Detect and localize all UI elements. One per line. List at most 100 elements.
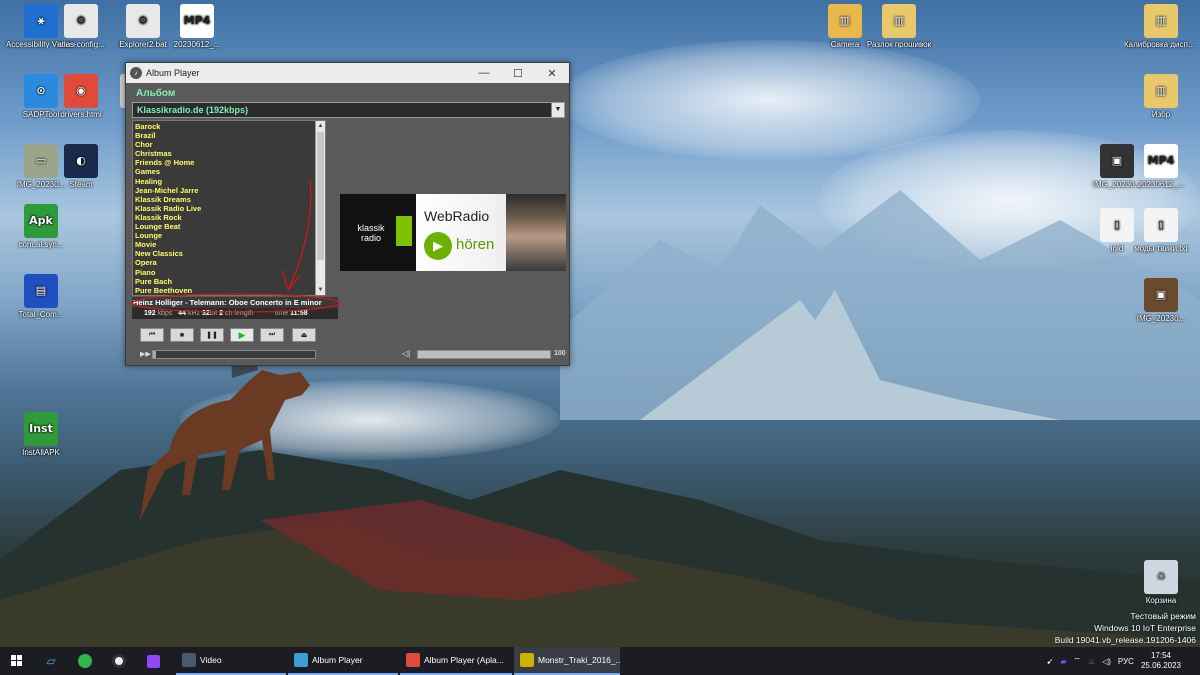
play-button[interactable]: ▶ [230,328,254,342]
desktop-icon-label: Избр [1151,110,1171,119]
volume-tray-icon[interactable]: ◁) [1102,657,1111,666]
desktop-icon[interactable]: ▥ Калибровка дисплея [1124,4,1198,50]
genre-item[interactable]: Barock [135,122,325,131]
desktop-icon[interactable]: ▣ IMG_20230... [1124,278,1198,324]
system-watermark: Тестовый режим Windows 10 IoT Enterprise… [1055,610,1196,646]
desktop-icon[interactable]: ◐ Steam [44,144,118,190]
volume-slider[interactable] [417,350,551,359]
file-explorer-icon[interactable]: ▱ [34,647,68,675]
scroll-up-icon[interactable]: ▲ [316,121,325,131]
genre-item[interactable]: Klassik Dreams [135,195,325,204]
genre-item[interactable]: Klassik Rock [135,213,325,222]
desktop-icon[interactable]: ▥ Избр [1124,74,1198,120]
chevron-down-icon[interactable]: ▼ [551,103,564,117]
genre-item[interactable]: Movie [135,240,325,249]
desktop-icon-label: Steam [69,180,93,189]
desktop-icon[interactable]: Inst InstAllAPK [4,412,78,458]
desktop-icon-image: ▥ [1144,74,1178,108]
desktop-icon-image: ▥ [882,4,916,38]
time-label: time [274,310,289,317]
taskbar-app-label: Album Player (Apla... [424,655,504,665]
desktop-icon[interactable]: ▯ моды твики.txt [1124,208,1198,254]
genre-item[interactable]: Lounge [135,231,325,240]
desktop-icon-label: 20230612_... [1137,180,1185,189]
desktop-icon[interactable]: MP4 20230612_... [1124,144,1198,190]
album-player-window[interactable]: ♪ Album Player — ☐ ✕ Альбом Klassikradio… [125,62,570,366]
desktop-icon-image: ◐ [64,144,98,178]
minimize-button[interactable]: — [467,67,501,79]
desktop-icon-label: моды твики.txt [1134,244,1188,253]
close-button[interactable]: ✕ [535,67,569,80]
wifi-icon[interactable]: ⌔ [1073,656,1081,666]
scroll-down-icon[interactable]: ▼ [316,285,325,295]
twitch-icon[interactable] [136,647,170,675]
title-bar[interactable]: ♪ Album Player — ☐ ✕ [126,63,569,83]
genre-item[interactable]: Brazil [135,131,325,140]
desktop-icon[interactable]: ♲ Корзина [1124,560,1198,606]
scroll-thumb[interactable] [317,132,324,260]
desktop-icon[interactable]: Apk com.al.syn... [4,204,78,250]
bitdepth-value: 32 [202,310,210,317]
taskbar-app-button[interactable]: Monstr_Traki_2016_... [514,647,620,675]
genre-item[interactable]: Piano [135,268,325,277]
build-text: Build 19041.vb_release.191206-1406 [1054,635,1196,645]
genre-item[interactable]: New Classics [135,249,325,258]
genre-item[interactable]: Jean-Michel Jarre [135,186,325,195]
next-button[interactable]: ⏭ [260,328,284,342]
desktop-icon[interactable]: ▤ Total_Com... [4,274,78,320]
genre-item[interactable]: Pure Bach [135,277,325,286]
station-dropdown[interactable]: Klassikradio.de (192kbps) ▼ [132,102,565,118]
genre-item[interactable]: Chor [135,140,325,149]
stop-button[interactable]: ■ [170,328,194,342]
volume-fill [418,351,550,358]
genre-item[interactable]: Friends @ Home [135,158,325,167]
system-tray: ➹ ▰ ⌔ ♨ ◁) РУС 17:54 25.06.2023 [1047,647,1192,675]
headphones-man-photo [506,194,566,271]
twitch-tray-icon[interactable]: ▰ [1060,657,1066,666]
bitrate-unit: kbps [157,310,173,317]
genre-item[interactable]: Pure Beethoven [135,286,325,295]
clock[interactable]: 17:54 25.06.2023 [1141,651,1181,671]
language-indicator[interactable]: РУС [1118,657,1134,666]
genre-item[interactable]: Opera [135,258,325,267]
windows-start-icon[interactable] [0,647,34,675]
now-playing-track: Heinz Holliger - Telemann: Oboe Concerto… [132,297,338,308]
play-icon: ▶ [424,232,452,260]
taskbar-app-button[interactable]: Album Player (Apla... [400,647,512,675]
desktop-icon[interactable]: MP4 20230612_... [160,4,234,50]
desktop-icon-image: ▥ [828,4,862,38]
genre-item[interactable]: Lounge Beat [135,222,325,231]
genre-item[interactable]: Healing [135,177,325,186]
webradio-ad: WebRadio ▶ hören [416,194,566,271]
taskbar-app-button[interactable]: Album Player [288,647,398,675]
obs-icon[interactable] [102,647,136,675]
genre-item[interactable]: Games [135,167,325,176]
seek-slider[interactable] [152,350,316,359]
desktop-icon-image: MP4 [180,4,214,38]
windows-edition-text: Windows 10 IoT Enterprise [1094,623,1196,633]
previous-button[interactable]: ⏮ [140,328,164,342]
desktop-icon-image: ▥ [1144,4,1178,38]
fast-forward-icon: ▶▶ [140,351,151,358]
genre-item[interactable]: Klassik Radio Live [135,204,325,213]
app-icon [520,653,534,667]
genre-item[interactable]: Christmas [135,149,325,158]
green-app-icon[interactable] [68,647,102,675]
eject-button[interactable]: ⏏ [292,328,316,342]
cursor-icon[interactable]: ➹ [1047,657,1054,666]
genre-scrollbar[interactable]: ▲ ▼ [315,121,325,295]
taskbar: ▱ Video Album Player Album Player (Apla...… [0,647,1200,675]
bitrate-value: 192 [144,310,156,317]
desktop-icon[interactable]: ▥ Разлок прошивок [862,4,936,50]
taskbar-app-label: Video [200,655,222,665]
klassik-radio-logo: klassik radio [340,194,416,271]
taskbar-app-button[interactable]: Video [176,647,286,675]
banner-web-text: Web [424,208,453,224]
speaker-icon: ◁| [402,349,411,358]
flame-icon[interactable]: ♨ [1088,657,1095,666]
pause-button[interactable]: ❚❚ [200,328,224,342]
maximize-button[interactable]: ☐ [501,67,535,80]
desktop-icon-label: com.al.syn... [18,240,64,249]
genre-list[interactable]: Barock Brazil Chor Christmas Friends @ Home G… [132,120,326,296]
clock-time: 17:54 [1150,651,1171,660]
